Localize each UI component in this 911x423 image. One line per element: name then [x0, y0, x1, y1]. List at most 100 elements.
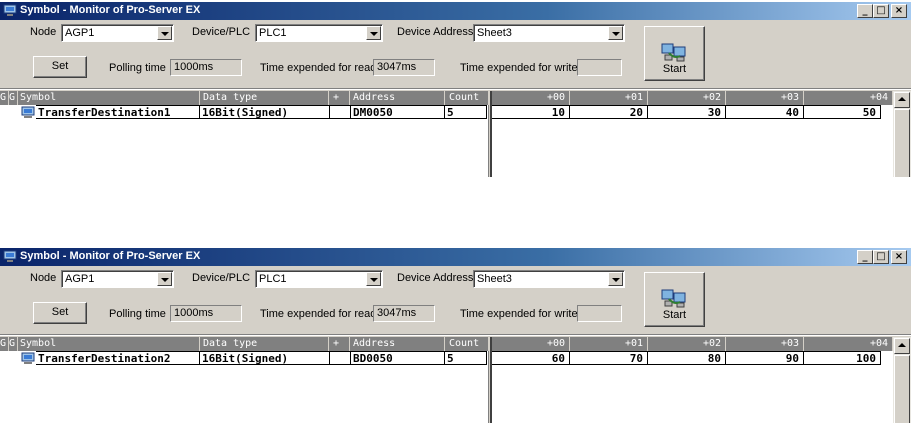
symbol-grid[interactable]: G G Symbol Data type + Address Count Tra…	[0, 91, 489, 177]
symbol-grid[interactable]: G G Symbol Data type + Address Count Tra…	[0, 337, 489, 423]
polling-time-value: 1000ms	[174, 307, 214, 319]
minimize-button[interactable]: _	[857, 4, 873, 18]
col-header-datatype[interactable]: Data type	[203, 91, 329, 105]
col-header-count[interactable]: Count	[449, 337, 489, 351]
col-header-plus[interactable]: +	[333, 91, 350, 105]
value-cell[interactable]: 10	[492, 105, 570, 119]
value-row[interactable]: 60 70 80 90 100	[492, 351, 893, 365]
polling-time-label: Polling time	[109, 308, 166, 320]
value-cell[interactable]: 100	[804, 351, 881, 365]
maximize-button[interactable]: □	[873, 250, 889, 264]
symbol-cell[interactable]: TransferDestination2	[36, 351, 200, 365]
node-label: Node	[30, 26, 57, 38]
value-col-header[interactable]: +01	[570, 91, 648, 105]
chevron-down-icon[interactable]	[608, 26, 623, 40]
scroll-thumb[interactable]	[894, 355, 910, 423]
title-bar[interactable]: Symbol - Monitor of Pro-Server EX _ □ ×	[0, 2, 911, 20]
node-dropdown[interactable]: AGP1	[61, 24, 174, 42]
col-header-count[interactable]: Count	[449, 91, 489, 105]
scroll-up-button[interactable]	[894, 338, 910, 354]
address-cell[interactable]: BD0050	[351, 351, 445, 365]
value-cell[interactable]: 30	[648, 105, 726, 119]
device-address-label: Device Address	[397, 272, 474, 284]
value-cell[interactable]: 60	[492, 351, 570, 365]
device-address-dropdown[interactable]: Sheet3	[473, 24, 625, 42]
set-button[interactable]: Set	[33, 56, 87, 78]
col-header-g2[interactable]: G	[9, 91, 18, 105]
symbol-cell[interactable]: TransferDestination1	[36, 105, 200, 119]
device-plc-value: PLC1	[259, 27, 287, 39]
table-row[interactable]: TransferDestination1 16Bit(Signed) DM005…	[0, 105, 489, 119]
datatype-cell[interactable]: 16Bit(Signed)	[200, 351, 330, 365]
device-plc-dropdown[interactable]: PLC1	[255, 24, 383, 42]
table-row[interactable]: TransferDestination2 16Bit(Signed) BD005…	[0, 351, 489, 365]
device-address-dropdown[interactable]: Sheet3	[473, 270, 625, 288]
chevron-down-icon[interactable]	[608, 272, 623, 286]
value-grid[interactable]: +00 +01 +02 +03 +04 10 20 30 40 50	[490, 91, 893, 177]
value-col-header[interactable]: +04	[804, 337, 893, 351]
col-header-symbol[interactable]: Symbol	[20, 337, 200, 351]
chevron-down-icon[interactable]	[157, 26, 172, 40]
title-bar[interactable]: Symbol - Monitor of Pro-Server EX _ □ ×	[0, 248, 911, 266]
polling-time-value: 1000ms	[174, 61, 214, 73]
address-cell[interactable]: DM0050	[351, 105, 445, 119]
value-col-header[interactable]: +02	[648, 91, 726, 105]
value-col-header[interactable]: +03	[726, 337, 804, 351]
start-button[interactable]: Start	[644, 26, 705, 81]
col-header-plus[interactable]: +	[333, 337, 350, 351]
minimize-button[interactable]: _	[857, 250, 873, 264]
value-row[interactable]: 10 20 30 40 50	[492, 105, 893, 119]
node-dropdown[interactable]: AGP1	[61, 270, 174, 288]
col-header-g1[interactable]: G	[0, 91, 9, 105]
device-plc-dropdown[interactable]: PLC1	[255, 270, 383, 288]
value-cell[interactable]: 80	[648, 351, 726, 365]
value-col-header[interactable]: +01	[570, 337, 648, 351]
start-monitor-icon	[661, 43, 686, 62]
value-col-header[interactable]: +04	[804, 91, 893, 105]
close-button[interactable]: ×	[891, 4, 907, 18]
value-col-header[interactable]: +03	[726, 91, 804, 105]
device-plc-label: Device/PLC	[192, 272, 251, 284]
value-cell[interactable]: 90	[726, 351, 804, 365]
scroll-up-button[interactable]	[894, 92, 910, 108]
close-button[interactable]: ×	[891, 250, 907, 264]
toolbar-separator	[0, 88, 911, 90]
col-header-g1[interactable]: G	[0, 337, 9, 351]
node-label: Node	[30, 272, 57, 284]
set-button[interactable]: Set	[33, 302, 87, 324]
value-cell[interactable]: 70	[570, 351, 648, 365]
monitor-window-1: Symbol - Monitor of Pro-Server EX _ □ × …	[0, 2, 911, 177]
value-col-header[interactable]: +00	[492, 337, 570, 351]
read-time-field: 3047ms	[373, 305, 435, 322]
start-button[interactable]: Start	[644, 272, 705, 327]
datatype-cell[interactable]: 16Bit(Signed)	[200, 105, 330, 119]
value-col-header[interactable]: +02	[648, 337, 726, 351]
plus-cell[interactable]	[330, 105, 351, 119]
col-header-address[interactable]: Address	[353, 91, 445, 105]
count-cell[interactable]: 5	[445, 351, 487, 365]
count-cell[interactable]: 5	[445, 105, 487, 119]
col-header-symbol[interactable]: Symbol	[20, 91, 200, 105]
read-time-value: 3047ms	[377, 307, 417, 319]
start-monitor-icon	[661, 289, 686, 308]
chevron-down-icon[interactable]	[366, 26, 381, 40]
vertical-scrollbar[interactable]	[893, 337, 911, 423]
toolbar-separator	[0, 334, 911, 336]
chevron-down-icon[interactable]	[366, 272, 381, 286]
symbol-grid-header: G G Symbol Data type + Address Count	[0, 337, 489, 351]
value-col-header[interactable]: +00	[492, 91, 570, 105]
value-grid[interactable]: +00 +01 +02 +03 +04 60 70 80 90 100	[490, 337, 893, 423]
value-cell[interactable]: 40	[726, 105, 804, 119]
vertical-scrollbar[interactable]	[893, 91, 911, 177]
scroll-thumb[interactable]	[894, 109, 910, 177]
chevron-down-icon[interactable]	[157, 272, 172, 286]
write-time-field	[577, 305, 622, 322]
monitor-app-icon	[3, 250, 17, 262]
value-cell[interactable]: 50	[804, 105, 881, 119]
value-cell[interactable]: 20	[570, 105, 648, 119]
maximize-button[interactable]: □	[873, 4, 889, 18]
plus-cell[interactable]	[330, 351, 351, 365]
col-header-address[interactable]: Address	[353, 337, 445, 351]
col-header-datatype[interactable]: Data type	[203, 337, 329, 351]
col-header-g2[interactable]: G	[9, 337, 18, 351]
